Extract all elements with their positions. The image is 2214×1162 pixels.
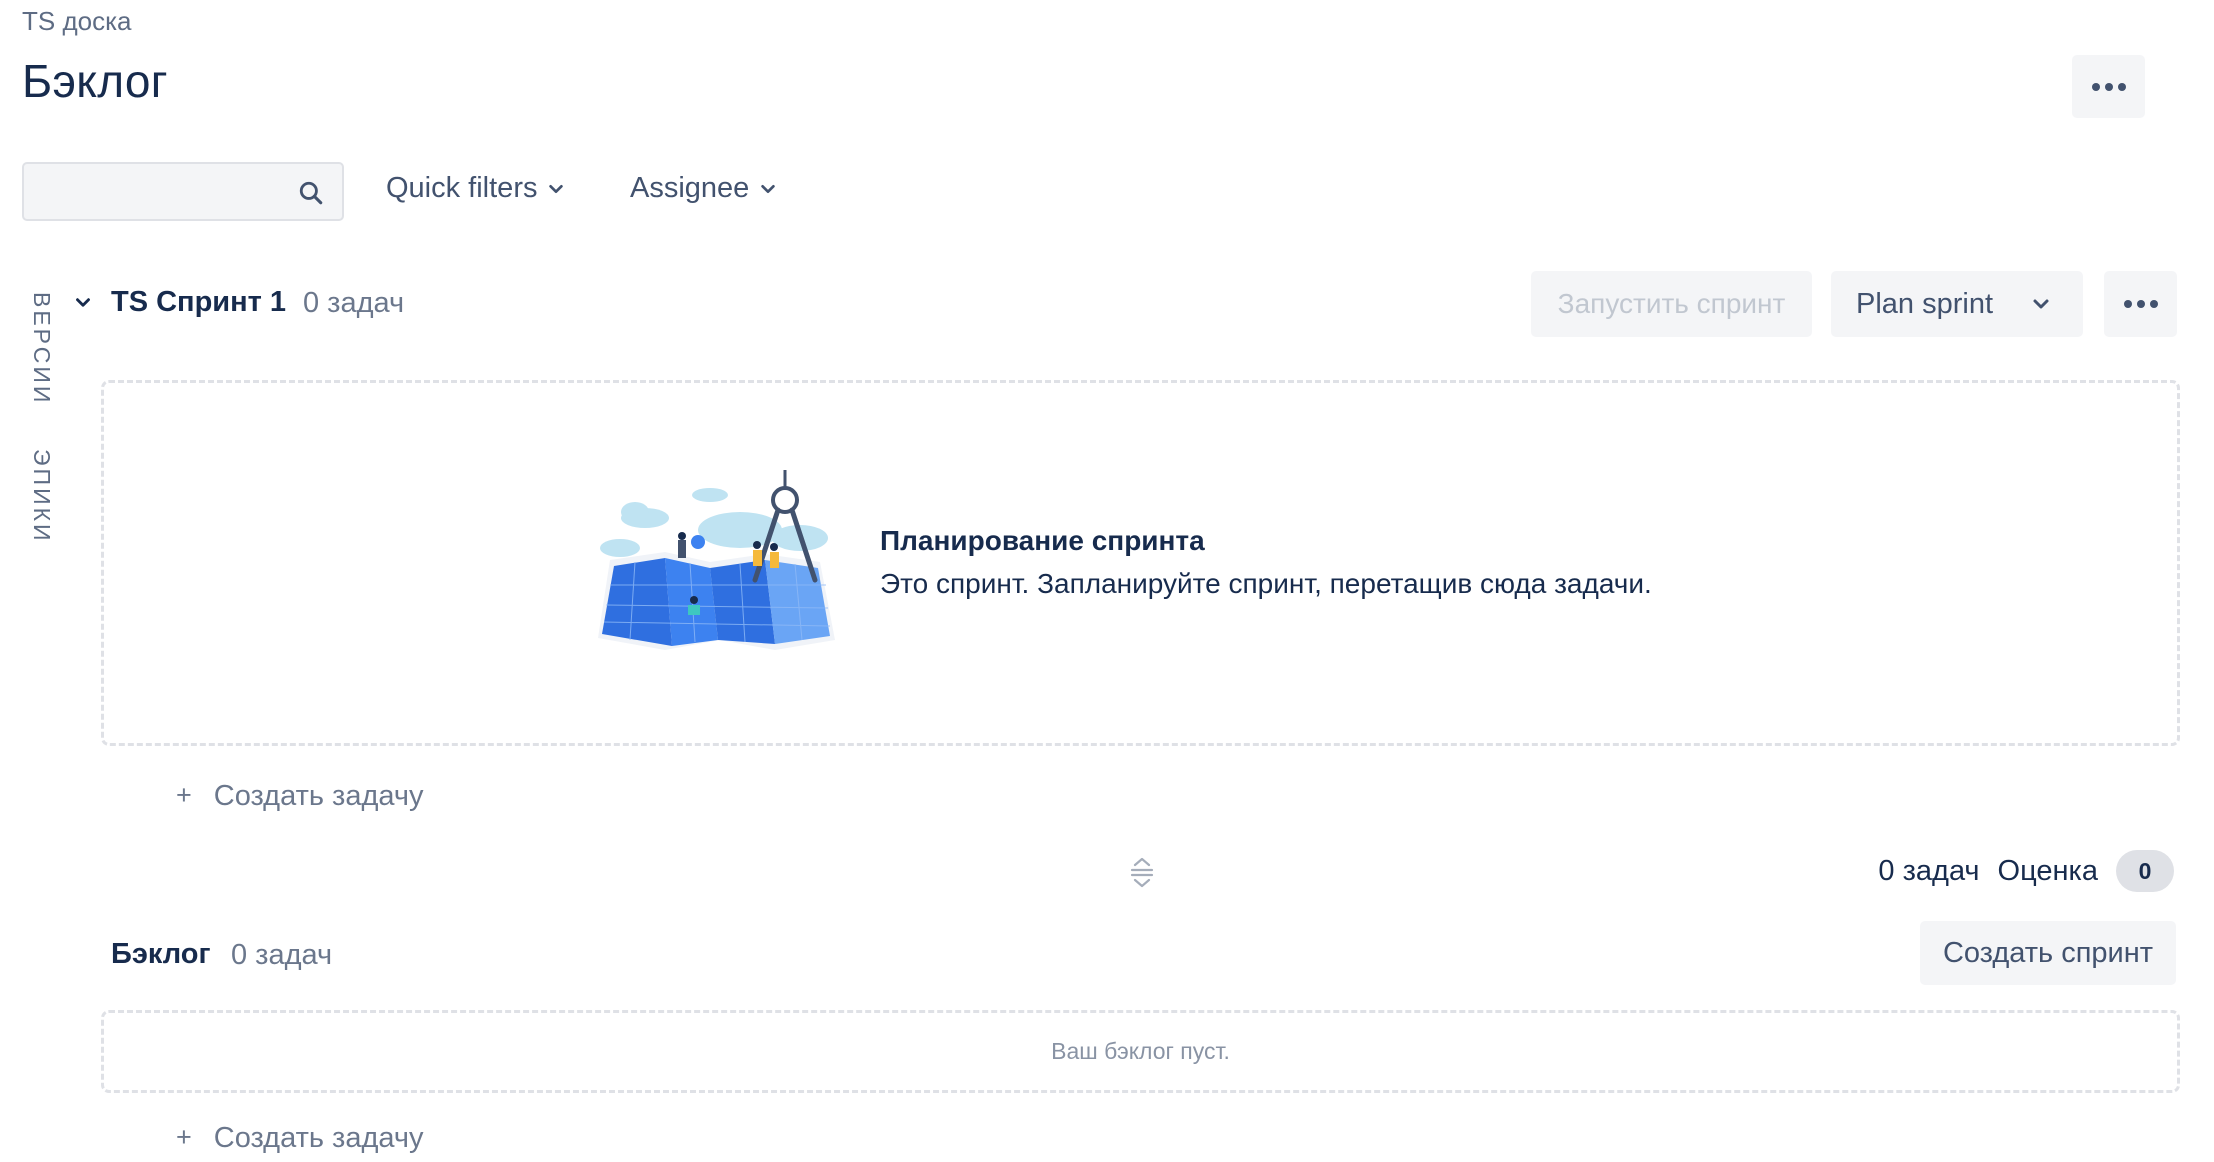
tab-versions[interactable]: ВЕРСИИ: [28, 292, 55, 405]
resize-handle-icon[interactable]: [1127, 855, 1157, 889]
assignee-dropdown[interactable]: Assignee: [630, 172, 777, 205]
plan-sprint-label: Plan sprint: [1856, 287, 1994, 320]
create-task-label: Создать задачу: [213, 1122, 424, 1154]
tab-epics[interactable]: ЭПИКИ: [28, 449, 55, 544]
collapse-chevron-icon[interactable]: [72, 292, 94, 314]
backlog-issue-count: 0 задач: [231, 939, 333, 971]
chevron-down-icon: [761, 184, 776, 193]
sprint-name[interactable]: TS Спринт 1: [111, 286, 286, 319]
backlog-create-task-button[interactable]: + Создать задачу: [176, 1122, 424, 1155]
quick-filters-dropdown[interactable]: Quick filters: [386, 172, 565, 205]
search-icon: [299, 181, 323, 205]
backlog-name: Бэклог: [111, 938, 211, 970]
sprint-more-button[interactable]: [2104, 271, 2177, 337]
estimate-badge: 0: [2116, 850, 2174, 892]
plus-icon: +: [176, 780, 192, 810]
create-sprint-button[interactable]: Создать спринт: [1920, 921, 2176, 985]
page-title: Бэклог: [22, 55, 168, 107]
sprint-empty-description: Это спринт. Запланируйте спринт, перетащ…: [880, 568, 1652, 599]
more-icon: [2123, 300, 2158, 308]
sprint-empty-title: Планирование спринта: [880, 525, 1205, 556]
breadcrumb[interactable]: TS доска: [22, 6, 131, 37]
backlog-empty-text: Ваш бэклог пуст.: [1051, 1038, 1230, 1064]
stats-issue-count: 0 задач: [1878, 854, 1980, 887]
chevron-down-icon: [549, 184, 564, 193]
sprint-create-task-button[interactable]: + Создать задачу: [176, 780, 424, 813]
sprint-issue-count: 0 задач: [303, 287, 405, 319]
sprint-drop-zone[interactable]: [101, 380, 2180, 746]
backlog-drop-zone[interactable]: Ваш бэклог пуст.: [101, 1010, 2180, 1093]
assignee-label: Assignee: [630, 172, 750, 204]
sprint-planning-illustration: [598, 470, 835, 650]
create-task-label: Создать задачу: [213, 780, 424, 812]
estimate-label: Оценка: [1997, 854, 2098, 887]
start-sprint-button[interactable]: Запустить спринт: [1531, 271, 1812, 337]
sprint-stats: 0 задач Оценка 0: [1878, 850, 2174, 892]
plus-icon: +: [176, 1122, 192, 1152]
more-icon: [2091, 82, 2126, 91]
plan-sprint-button[interactable]: Plan sprint: [1831, 271, 2083, 337]
chevron-down-icon: [2033, 299, 2049, 309]
search-input[interactable]: [22, 162, 344, 221]
header-more-button[interactable]: [2072, 55, 2145, 118]
quick-filters-label: Quick filters: [386, 172, 538, 204]
